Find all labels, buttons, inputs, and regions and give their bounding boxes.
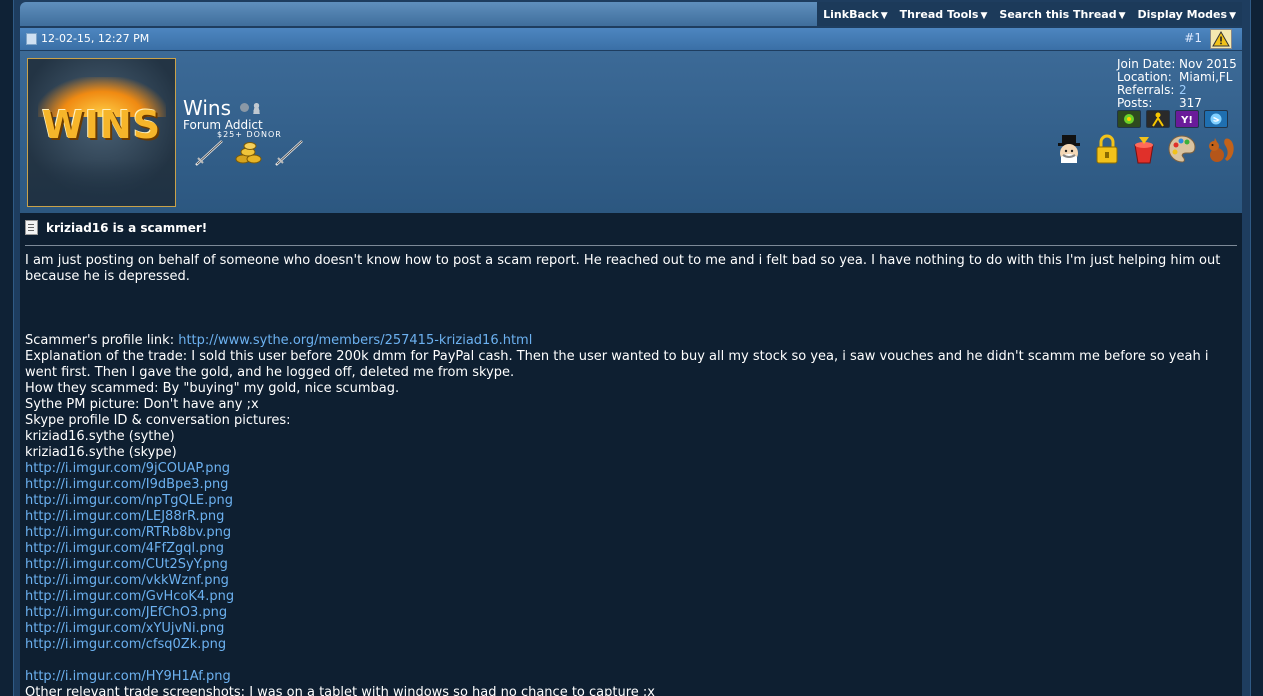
chevron-down-icon: ▼: [1118, 11, 1126, 21]
offline-status-icon: [240, 103, 249, 112]
post-title-text: kriziad16 is a scammer!: [46, 220, 208, 235]
post-icon: [26, 32, 37, 45]
explanation-text: Explanation of the trade: I sold this us…: [25, 349, 1209, 380]
user-awards: [192, 137, 306, 169]
intro-paragraph: I am just posting on behalf of someone w…: [25, 253, 1221, 284]
palette-icon: [1168, 135, 1196, 163]
sword-icon: [195, 140, 223, 166]
profile-label: Scammer's profile link:: [25, 333, 179, 348]
post-body: kriziad16 is a scammer! I am just postin…: [20, 213, 1242, 696]
profile-link[interactable]: http://www.sythe.org/members/257415-kriz…: [178, 333, 532, 348]
search-thread-label: Search this Thread: [999, 8, 1117, 21]
pm-text: Sythe PM picture: Don't have any ;x: [25, 397, 259, 412]
svg-text:Y!: Y!: [1180, 115, 1193, 126]
post-content: I am just posting on behalf of someone w…: [25, 253, 1237, 696]
imgur-link[interactable]: http://i.imgur.com/HY9H1Af.png: [25, 669, 1237, 685]
toolbar-menus: LinkBack ▼ Thread Tools ▼ Search this Thre…: [817, 2, 1242, 26]
display-modes-menu[interactable]: Display Modes ▼: [1132, 2, 1243, 26]
post-date-text: 12-02-15, 12:27 PM: [41, 32, 150, 45]
stat-label: Posts:: [1117, 96, 1153, 110]
linkback-label: LinkBack: [823, 8, 879, 21]
skype-icon[interactable]: [1204, 110, 1228, 128]
chevron-down-icon: ▼: [980, 11, 988, 21]
skype-label: Skype profile ID & conversation pictures…: [25, 413, 291, 428]
post-title: kriziad16 is a scammer!: [25, 220, 1237, 235]
user-icon: [252, 103, 261, 114]
icq-icon[interactable]: [1117, 110, 1141, 128]
imgur-link[interactable]: http://i.imgur.com/4FfZgql.png: [25, 541, 1237, 557]
other-screenshots-text: Other relevant trade screenshots: I was …: [25, 685, 655, 696]
skype-id: kriziad16.sythe (skype): [25, 445, 177, 460]
thread-toolbar: LinkBack ▼ Thread Tools ▼ Search this Thre…: [20, 2, 1242, 26]
post-date: 12-02-15, 12:27 PM: [26, 32, 149, 45]
paint-bucket-icon: [1134, 137, 1154, 164]
avatar[interactable]: WINS: [27, 58, 176, 207]
imgur-link[interactable]: http://i.imgur.com/9jCOUAP.png: [25, 461, 1237, 477]
document-icon: [25, 220, 38, 235]
user-badges: [1053, 133, 1237, 165]
avatar-fade: [28, 159, 175, 206]
user-status-icons: [240, 103, 261, 114]
imgur-link[interactable]: http://i.imgur.com/cfsq0Zk.png: [25, 637, 1237, 653]
imgur-link[interactable]: http://i.imgur.com/npTgQLE.png: [25, 493, 1237, 509]
yahoo-icon[interactable]: Y!: [1175, 110, 1199, 128]
post-header: 12-02-15, 12:27 PM #1: [20, 28, 1242, 50]
imgur-link[interactable]: http://i.imgur.com/RTRb8bv.png: [25, 525, 1237, 541]
stat-value: Miami,FL: [1179, 70, 1233, 84]
username[interactable]: Wins: [183, 96, 231, 120]
skype-id: kriziad16.sythe (sythe): [25, 429, 175, 444]
chevron-down-icon: ▼: [1229, 11, 1236, 21]
stat-posts: Posts: 317: [1117, 97, 1237, 110]
user-info-panel: WINS Wins Forum Addict $25+ DONOR Join D…: [20, 51, 1242, 213]
thread-tools-menu[interactable]: Thread Tools ▼: [894, 2, 994, 26]
sword-icon: [275, 140, 303, 166]
squirrel-icon: [1209, 138, 1234, 162]
report-post-icon[interactable]: [1210, 29, 1232, 49]
chevron-down-icon: ▼: [880, 11, 888, 21]
user-stats: Join Date: Nov 2015 Location: Miami,FL Ref…: [1117, 58, 1237, 110]
linkback-menu[interactable]: LinkBack ▼: [817, 2, 894, 26]
padlock-icon: [1096, 134, 1118, 164]
stat-value: 317: [1179, 96, 1202, 110]
avatar-logo: WINS: [41, 103, 162, 147]
search-thread-menu[interactable]: Search this Thread ▼: [993, 2, 1131, 26]
contact-icons: Y!: [1117, 110, 1228, 128]
title-divider: [25, 245, 1237, 246]
monopoly-man-icon: [1058, 135, 1080, 163]
gold-coins-icon: [235, 142, 262, 164]
profile-line: Scammer's profile link: http://www.sythe…: [25, 333, 1237, 349]
imgur-link[interactable]: http://i.imgur.com/CUt2SyY.png: [25, 557, 1237, 573]
imgur-link[interactable]: http://i.imgur.com/xYUjvNi.png: [25, 621, 1237, 637]
post-number-link[interactable]: #1: [1184, 31, 1202, 45]
imgur-link[interactable]: http://i.imgur.com/JEfChO3.png: [25, 605, 1237, 621]
imgur-link[interactable]: http://i.imgur.com/I9dBpe3.png: [25, 477, 1237, 493]
display-modes-label: Display Modes: [1137, 8, 1228, 21]
imgur-link[interactable]: http://i.imgur.com/vkkWznf.png: [25, 573, 1237, 589]
how-text: How they scammed: By "buying" my gold, n…: [25, 381, 400, 396]
aim-icon[interactable]: [1146, 110, 1170, 128]
imgur-link[interactable]: http://i.imgur.com/GvHcoK4.png: [25, 589, 1237, 605]
thread-tools-label: Thread Tools: [899, 8, 979, 21]
imgur-link[interactable]: http://i.imgur.com/LEJ88rR.png: [25, 509, 1237, 525]
